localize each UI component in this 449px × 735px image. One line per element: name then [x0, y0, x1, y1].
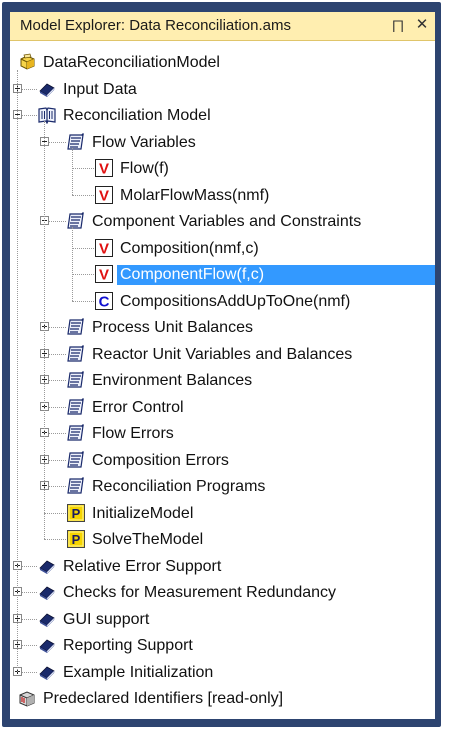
book-icon — [38, 80, 56, 98]
svg-text:V: V — [99, 187, 109, 204]
tree-connector-line — [72, 300, 94, 302]
tree-item-label: Predeclared Identifiers [read-only] — [43, 690, 284, 707]
tree-row[interactable]: V ComponentFlow(f,c) — [10, 262, 435, 288]
tree-item-label: Reactor Unit Variables and Balances — [92, 345, 353, 363]
svg-text:C: C — [99, 293, 110, 310]
tree-item-label: Flow(f) — [120, 160, 169, 177]
tree-row[interactable]: Component Variables and Constraints — [10, 209, 435, 235]
tree-row[interactable]: V MolarFlowMass(nmf) — [10, 183, 435, 209]
tree-connector-line — [72, 247, 94, 249]
model-tree: DataReconciliationModel Input Data Reconci… — [10, 41, 435, 719]
constraint-icon: C — [95, 291, 113, 310]
tree-row[interactable]: C CompositionsAddUpToOne(nmf) — [10, 289, 435, 315]
tree-item-label: Input Data — [63, 80, 137, 98]
svg-text:V: V — [99, 267, 109, 284]
tree-panel: DataReconciliationModel Input Data Reconci… — [10, 41, 435, 719]
tree-row[interactable]: Environment Balances — [10, 368, 435, 394]
tree-vertical-line — [44, 121, 45, 539]
tree-item-label: Process Unit Balances — [92, 319, 253, 336]
declaration-section-icon — [67, 397, 85, 416]
tree-row[interactable]: Flow Variables — [10, 130, 435, 156]
tree-row[interactable]: GUI support — [10, 607, 435, 633]
tree-item-label: Flow Variables — [92, 133, 196, 151]
tree-row[interactable]: Relative Error Support — [10, 554, 435, 580]
tree-item-label: Error Control — [92, 398, 184, 416]
tree-row[interactable]: Reconciliation Model — [10, 103, 435, 129]
procedure-icon: P — [67, 530, 85, 548]
tree-connector-line — [72, 168, 94, 169]
declaration-section-icon — [67, 477, 85, 495]
variable-icon: V — [95, 265, 113, 284]
window-titlebar[interactable]: Model Explorer: Data Reconciliation.ams … — [10, 12, 435, 41]
tree-item-label: Reporting Support — [63, 637, 193, 654]
pin-icon[interactable]: ⨅ — [390, 17, 406, 35]
tree-row[interactable]: Example Initialization — [10, 660, 435, 686]
tree-row[interactable]: P SolveTheModel — [10, 527, 435, 553]
book-icon — [38, 557, 56, 575]
tree-row[interactable]: DataReconciliationModel — [10, 50, 435, 76]
tree-item-label: InitializeModel — [92, 504, 194, 522]
tree-row[interactable]: P InitializeModel — [10, 501, 435, 527]
tree-item-label: Flow Errors — [92, 425, 174, 442]
tree-item-label: DataReconciliationModel — [43, 54, 220, 71]
tree-row[interactable]: Reporting Support — [10, 633, 435, 659]
tree-connector-line — [72, 194, 94, 196]
tree-item-label: MolarFlowMass(nmf) — [120, 186, 270, 204]
tree-row[interactable]: Reactor Unit Variables and Balances — [10, 342, 435, 368]
tree-item-label: Reconciliation Model — [63, 107, 211, 124]
tree-item-label: Relative Error Support — [63, 557, 222, 575]
predeclared-box-icon — [18, 689, 36, 707]
svg-text:V: V — [99, 240, 109, 257]
tree-connector-line — [44, 512, 66, 514]
tree-item-label: GUI support — [63, 610, 150, 628]
declaration-section-icon — [67, 424, 85, 442]
tree-row[interactable]: Composition Errors — [10, 448, 435, 474]
declaration-section-icon — [67, 212, 85, 230]
tree-vertical-line — [17, 70, 18, 672]
declaration-section-icon — [67, 450, 85, 469]
tree-item-label: SolveTheModel — [92, 531, 204, 548]
tree-item-label: Composition Errors — [92, 451, 229, 469]
tree-item-label: Example Initialization — [63, 663, 214, 681]
svg-text:P: P — [72, 532, 81, 547]
tree-item-label: Component Variables and Constraints — [92, 213, 362, 230]
tree-row[interactable]: Flow Errors — [10, 421, 435, 447]
svg-text:V: V — [99, 161, 109, 178]
tree-row[interactable]: Error Control — [10, 395, 435, 421]
tree-connector-line — [72, 274, 94, 275]
book-icon — [38, 583, 56, 601]
tree-row[interactable]: Input Data — [10, 77, 435, 103]
model-cube-icon — [18, 53, 36, 71]
tree-item-label: Reconciliation Programs — [92, 478, 266, 495]
open-book-icon — [38, 106, 56, 125]
variable-icon: V — [95, 159, 113, 178]
tree-row[interactable]: V Composition(nmf,c) — [10, 236, 435, 262]
declaration-section-icon — [67, 132, 85, 151]
tree-row[interactable]: Predeclared Identifiers [read-only] — [10, 686, 435, 712]
tree-item-label: Environment Balances — [92, 372, 253, 389]
procedure-icon: P — [67, 503, 85, 522]
declaration-section-icon — [67, 344, 85, 363]
book-icon — [38, 663, 56, 681]
tree-item-label: Composition(nmf,c) — [120, 239, 259, 257]
tree-item-label: Checks for Measurement Redundancy — [63, 584, 337, 601]
variable-icon: V — [95, 238, 113, 257]
tree-row[interactable]: Checks for Measurement Redundancy — [10, 580, 435, 606]
window-title: Model Explorer: Data Reconciliation.ams — [20, 17, 291, 34]
declaration-section-icon — [67, 318, 85, 336]
tree-vertical-line — [72, 147, 73, 195]
variable-icon: V — [95, 185, 113, 204]
tree-row[interactable]: V Flow(f) — [10, 156, 435, 182]
tree-row[interactable]: Reconciliation Programs — [10, 474, 435, 500]
book-icon — [38, 636, 56, 654]
svg-text:P: P — [72, 506, 81, 521]
tree-connector-line — [44, 539, 66, 540]
tree-item-label: CompositionsAddUpToOne(nmf) — [120, 292, 351, 310]
tree-row[interactable]: Process Unit Balances — [10, 315, 435, 341]
tree-vertical-line — [72, 227, 73, 301]
book-icon — [38, 610, 56, 628]
declaration-section-icon — [67, 371, 85, 389]
tree-item-label-selected: ComponentFlow(f,c) — [117, 265, 435, 285]
close-icon[interactable]: ✕ — [413, 16, 431, 34]
